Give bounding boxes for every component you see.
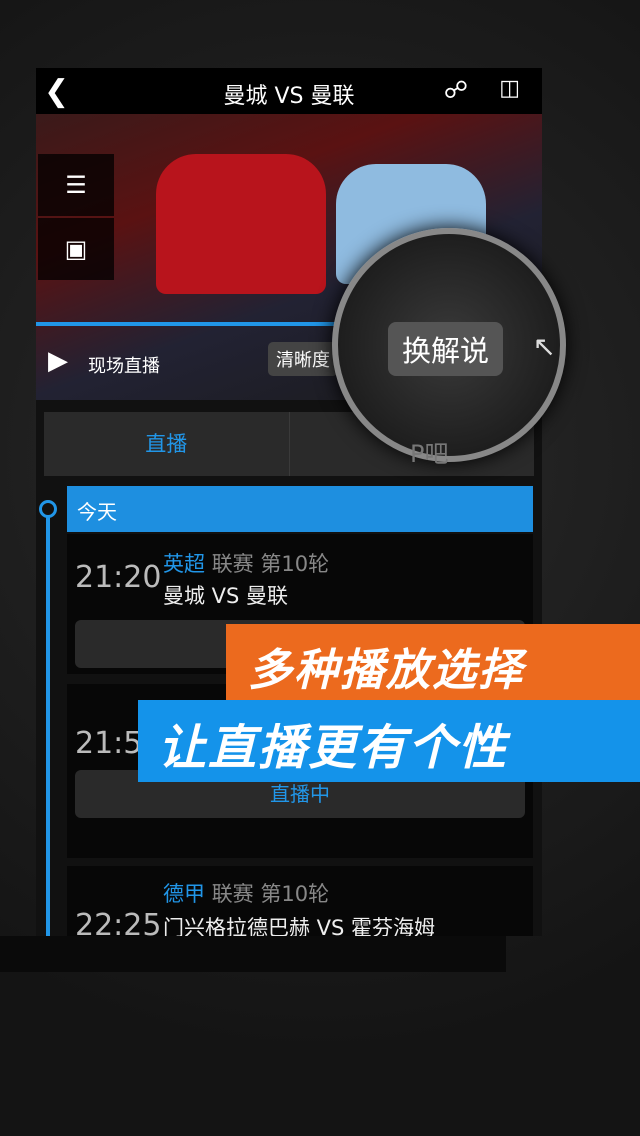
match-card[interactable]: 22:25 德甲 联赛 第10轮 门兴格拉德巴赫 VS 霍芬海姆: [67, 866, 533, 936]
match-teams: 门兴格拉德巴赫 VS 霍芬海姆: [163, 916, 436, 936]
progress-bar[interactable]: [36, 322, 335, 326]
device-switch-icon[interactable]: ◫: [499, 76, 520, 101]
change-commentary-button[interactable]: 换解说: [388, 322, 504, 376]
video-frame-player: [156, 154, 326, 294]
match-time: 21:5: [75, 726, 143, 761]
promo-subheadline: 让直播更有个性: [138, 700, 640, 782]
app-screen: ❮ 曼城 VS 曼联 ☍ ◫ ☰ ▣ ▶ 现场直播 清晰度 直播 今天 21:2…: [36, 68, 542, 936]
league-name: 英超: [163, 552, 205, 576]
match-teams: 曼城 VS 曼联: [163, 584, 289, 608]
expand-arrow-icon[interactable]: ↖: [533, 330, 556, 363]
league-round: 联赛 第10轮: [211, 552, 330, 576]
magnifier-callout: 换解说 ↖ P吧: [332, 228, 566, 468]
timeline-dot: [39, 500, 57, 518]
list-icon[interactable]: ☰: [38, 154, 114, 216]
phone-shadow: [0, 936, 506, 972]
match-league: 英超 联赛 第10轮: [163, 548, 329, 578]
promo-headline: 多种播放选择: [226, 624, 640, 704]
quality-button[interactable]: 清晰度: [268, 342, 338, 376]
league-round: 联赛 第10轮: [211, 882, 330, 906]
timeline-line: [46, 504, 50, 936]
date-header: 今天: [67, 486, 533, 532]
play-icon[interactable]: ▶: [48, 346, 68, 376]
share-icon[interactable]: ☍: [444, 76, 468, 104]
comment-icon[interactable]: ▣: [38, 218, 114, 280]
tab-forum-label: P吧: [410, 440, 449, 468]
live-label: 现场直播: [88, 356, 160, 377]
top-bar: ❮ 曼城 VS 曼联 ☍ ◫: [36, 68, 542, 114]
match-time: 22:25: [75, 908, 162, 936]
match-league: 德甲 联赛 第10轮: [163, 878, 329, 908]
match-time: 21:20: [75, 560, 162, 595]
league-name: 德甲: [163, 882, 205, 906]
tab-live[interactable]: 直播: [44, 412, 289, 476]
